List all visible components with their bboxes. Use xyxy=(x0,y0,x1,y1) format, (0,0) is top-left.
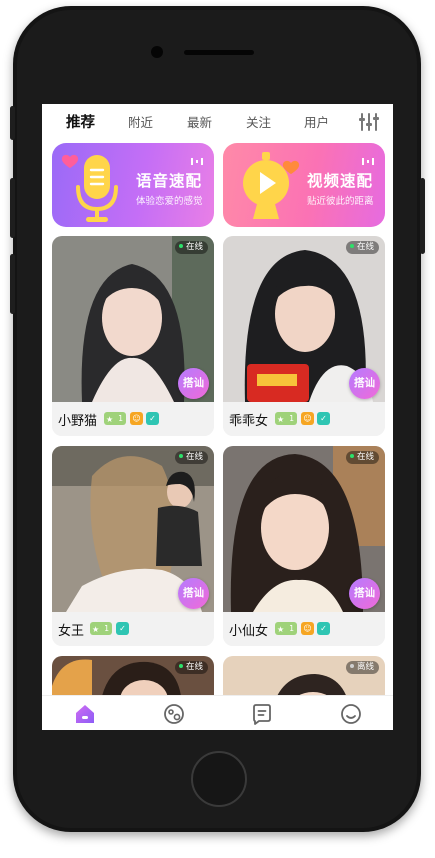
verified-badge-icon: ☺ xyxy=(130,412,143,425)
online-dot xyxy=(349,453,354,458)
status-text: 在线 xyxy=(185,242,203,252)
card-footer: 小野猫 ★ 1 ☺ ✓ xyxy=(52,402,214,436)
user-name: 乖乖女 xyxy=(229,414,269,429)
home-icon[interactable] xyxy=(73,702,97,726)
online-dot xyxy=(178,663,183,668)
chat-up-button[interactable]: 搭讪 xyxy=(349,368,380,399)
video-match-title: 视频速配 xyxy=(307,172,374,190)
star-icon: ★ xyxy=(92,625,100,634)
voice-badge-icon: ✓ xyxy=(116,622,129,635)
discover-icon[interactable] xyxy=(162,702,186,726)
offline-dot xyxy=(349,663,354,668)
top-tab-bar: 推荐 附近 最新 关注 用户 xyxy=(42,104,393,140)
status-badge: 在线 xyxy=(174,241,208,254)
verified-badge-icon: ☺ xyxy=(301,412,314,425)
star-icon: ★ xyxy=(277,625,285,634)
level-badge: ★ 1 xyxy=(275,412,297,425)
app-screen: 推荐 附近 最新 关注 用户 语音速配 体验恋爱的感觉 视频速配 贴近彼此的距离… xyxy=(42,104,393,730)
user-card[interactable]: 在线 搭讪 小野猫 ★ 1 ☺ ✓ xyxy=(52,236,214,436)
status-text: 在线 xyxy=(356,242,374,252)
chat-up-button[interactable]: 搭讪 xyxy=(349,578,380,609)
profile-icon[interactable] xyxy=(339,702,363,726)
card-footer: 乖乖女 ★ 1 ☺ ✓ xyxy=(223,402,385,436)
status-text: 在线 xyxy=(356,452,374,462)
verified-badge-icon: ☺ xyxy=(301,622,314,635)
video-play-icon xyxy=(243,152,300,219)
message-icon[interactable] xyxy=(250,702,274,726)
power-button xyxy=(420,178,425,254)
status-text: 在线 xyxy=(185,662,203,672)
online-dot xyxy=(349,243,354,248)
star-icon: ★ xyxy=(106,415,114,424)
voice-match-subtitle: 体验恋爱的感觉 xyxy=(136,196,203,207)
user-name: 小仙女 xyxy=(229,624,269,639)
voice-match-banner[interactable]: 语音速配 体验恋爱的感觉 xyxy=(52,143,214,227)
level-badge: ★ 1 xyxy=(104,412,126,425)
user-name: 小野猫 xyxy=(58,414,98,429)
level-badge: ★ 1 xyxy=(275,622,297,635)
front-camera xyxy=(151,46,163,58)
tab-recommend[interactable]: 推荐 xyxy=(66,111,95,132)
volume-up-button xyxy=(10,178,15,238)
tab-nearby[interactable]: 附近 xyxy=(128,112,153,131)
mute-switch xyxy=(10,106,15,140)
online-dot xyxy=(178,453,183,458)
voice-badge-icon: ✓ xyxy=(146,412,159,425)
voice-badge-icon: ✓ xyxy=(317,412,330,425)
video-match-banner[interactable]: 视频速配 贴近彼此的距离 xyxy=(223,143,385,227)
user-card[interactable]: 在线 搭讪 乖乖女 ★ 1 ☺ ✓ xyxy=(223,236,385,436)
sound-bars-icon xyxy=(191,158,203,165)
voice-match-title: 语音速配 xyxy=(136,172,203,190)
microphone-icon xyxy=(61,154,118,222)
sliders-icon[interactable] xyxy=(358,112,380,132)
bottom-nav xyxy=(42,695,393,730)
card-footer: 女王 ★ 1 ✓ xyxy=(52,612,214,646)
chat-up-button[interactable]: 搭讪 xyxy=(178,368,209,399)
tab-users[interactable]: 用户 xyxy=(304,112,329,131)
earpiece-speaker xyxy=(184,50,254,55)
card-footer: 小仙女 ★ 1 ☺ ✓ xyxy=(223,612,385,646)
status-badge: 在线 xyxy=(345,241,379,254)
tab-latest[interactable]: 最新 xyxy=(187,112,212,131)
status-text: 在线 xyxy=(185,452,203,462)
online-dot xyxy=(178,243,183,248)
home-button[interactable] xyxy=(191,751,247,807)
user-card[interactable]: 在线 搭讪 小仙女 ★ 1 ☺ ✓ xyxy=(223,446,385,646)
video-match-subtitle: 贴近彼此的距离 xyxy=(307,196,374,207)
status-badge: 在线 xyxy=(174,661,208,674)
voice-badge-icon: ✓ xyxy=(317,622,330,635)
status-badge: 在线 xyxy=(345,451,379,464)
chat-up-button[interactable]: 搭讪 xyxy=(178,578,209,609)
star-icon: ★ xyxy=(277,415,285,424)
status-badge: 在线 xyxy=(174,451,208,464)
user-name: 女王 xyxy=(58,624,85,639)
status-badge: 离线 xyxy=(345,661,379,674)
tab-following[interactable]: 关注 xyxy=(246,112,271,131)
sound-bars-icon xyxy=(362,158,374,165)
user-card[interactable]: 在线 搭讪 女王 ★ 1 ✓ xyxy=(52,446,214,646)
status-text: 离线 xyxy=(356,662,374,672)
volume-down-button xyxy=(10,254,15,314)
level-badge: ★ 1 xyxy=(90,622,112,635)
